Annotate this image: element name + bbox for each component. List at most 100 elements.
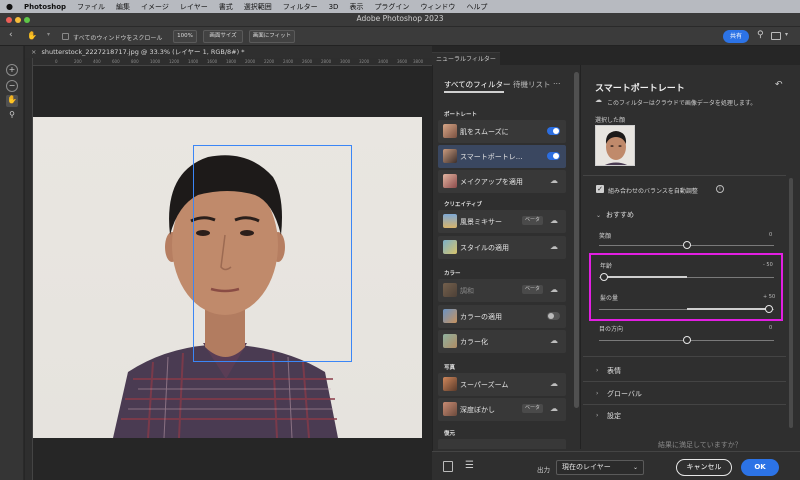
auto-balance-checkbox[interactable]: ✓ [596,185,604,193]
fit-screen-button[interactable]: 画面サイズ [203,30,243,43]
search-icon[interactable]: ⚲ [757,30,764,40]
share-button[interactable]: 共有 [723,30,749,43]
menu-file[interactable]: ファイル [77,2,105,12]
face-selection-box[interactable] [193,145,352,362]
settings-group[interactable]: 設定 [607,411,621,421]
menu-edit[interactable]: 編集 [116,2,130,12]
cloud-download-icon[interactable]: ☁ [549,176,559,186]
workspace-icon[interactable] [771,32,781,40]
recommended-group[interactable]: おすすめ [606,210,634,220]
chevron-right-icon[interactable]: › [596,412,598,419]
menu-type[interactable]: 書式 [219,2,233,12]
feedback-prompt: 結果に満足していますか？ [658,441,742,449]
info-icon[interactable]: i [716,185,724,193]
apple-menu-icon[interactable]: ● [6,2,13,11]
cloud-download-icon[interactable]: ☁ [549,379,559,389]
filter-thumbnail [443,149,457,163]
window-title: Adobe Photoshop 2023 [356,14,444,23]
layers-icon[interactable]: ☰ [465,460,474,471]
expression-group[interactable]: 表情 [607,366,621,376]
menu-3d[interactable]: 3D [329,3,339,11]
filter-harmonize[interactable]: 調和 ベータ ☁ [438,279,566,302]
filter-style-transfer[interactable]: スタイルの適用 ☁ [438,236,566,259]
filter-label: 風景ミキサー [460,218,502,226]
ruler-horizontal: 0 200 400 600 800 1000 1200 1400 1600 18… [33,58,432,66]
document-tab[interactable]: × shutterstock_2227218717.jpg @ 33.3% (レイ… [25,46,432,58]
cloud-download-icon[interactable]: ☁ [549,285,559,295]
neural-filters-tab[interactable]: ニューラルフィルター [432,52,500,65]
workspace-dropdown-icon[interactable]: ▾ [785,31,788,38]
global-group[interactable]: グローバル [607,389,642,399]
filter-list-scrollbar[interactable] [574,72,579,408]
zoom-in-icon[interactable]: + [6,64,18,76]
more-options-icon[interactable]: … [553,77,561,86]
chevron-down-icon[interactable]: ⌄ [596,212,601,219]
tool-dropdown-icon[interactable]: ▾ [47,31,50,38]
smile-slider-knob[interactable] [682,241,691,249]
filter-depth-blur[interactable]: 深度ぼかし ベータ ☁ [438,398,566,421]
selected-face-thumbnail[interactable] [595,125,635,166]
cloud-download-icon[interactable]: ☁ [549,242,559,252]
filter-makeup[interactable]: メイクアップを適用 ☁ [438,170,566,193]
ruler-tick: 200 [74,59,82,64]
chevron-right-icon[interactable]: › [596,390,598,397]
ruler-tick: 2600 [302,59,313,64]
menu-layer[interactable]: レイヤー [180,2,208,12]
smile-label: 笑顔 [599,233,612,240]
age-label: 年齢 [600,263,613,270]
cloud-download-icon[interactable]: ☁ [549,404,559,414]
menu-view[interactable]: 表示 [349,2,363,12]
menu-bar: ● Photoshop ファイル 編集 イメージ レイヤー 書式 選択範囲 フィ… [0,0,800,13]
filter-toggle[interactable] [547,127,560,135]
hand-icon[interactable]: ✋ [6,95,18,107]
filter-label: スタイルの適用 [460,244,509,252]
chevron-right-icon[interactable]: › [596,367,598,374]
fill-screen-button[interactable]: 画面にフィット [249,30,295,43]
filter-skin-smoothing[interactable]: 肌をスムーズに [438,120,566,143]
filter-toggle[interactable] [547,152,560,160]
menu-photoshop[interactable]: Photoshop [24,3,66,11]
age-slider-knob[interactable] [600,273,608,281]
menu-filter[interactable]: フィルター [283,2,318,12]
section-creative: クリエイティブ [444,202,483,208]
section-restore: 復元 [444,431,456,437]
menu-image[interactable]: イメージ [141,2,169,12]
all-filters-tab[interactable]: すべてのフィルター [444,79,511,90]
cloud-download-icon[interactable]: ☁ [549,216,559,226]
filter-superzoom[interactable]: スーパーズーム ☁ [438,373,566,396]
ruler-tick: 1600 [207,59,218,64]
zoom-out-icon[interactable]: − [6,80,18,92]
magnifier-icon[interactable]: ⚲ [6,110,18,122]
settings-scrollbar[interactable] [789,178,793,428]
filter-toggle[interactable] [547,312,560,320]
tab-close-icon[interactable]: × [31,48,36,56]
scroll-all-checkbox[interactable] [62,33,69,40]
output-select[interactable]: 現在のレイヤー ⌄ [556,460,644,475]
ruler-tick: 2000 [245,59,256,64]
filter-restore-item[interactable] [438,439,566,449]
menu-help[interactable]: ヘルプ [466,2,487,12]
menu-plugins[interactable]: プラグイン [374,2,409,12]
menu-select[interactable]: 選択範囲 [244,2,272,12]
filter-landscape-mixer[interactable]: 風景ミキサー ベータ ☁ [438,210,566,233]
beta-badge: ベータ [521,216,543,225]
home-chevron-icon[interactable]: ‹ [9,30,13,40]
ok-button[interactable]: OK [741,459,779,476]
filter-color-transfer[interactable]: カラーの適用 [438,305,566,328]
filter-smart-portrait[interactable]: スマートポートレ... [438,145,566,168]
filter-colorize[interactable]: カラー化 ☁ [438,330,566,353]
section-portrait: ポートレート [444,112,478,118]
age-value: - 50 [763,262,773,268]
options-bar: ‹ ✋ ▾ すべてのウィンドウをスクロール 100% 画面サイズ 画面にフィット… [0,27,800,46]
hand-tool-icon[interactable]: ✋ [27,31,37,40]
beta-badge: ベータ [521,285,543,294]
reset-icon[interactable]: ↶ [775,80,783,90]
eye-direction-slider-knob[interactable] [682,336,691,344]
preview-toggle-icon[interactable] [443,461,453,472]
cancel-button[interactable]: キャンセル [676,459,732,476]
hair-slider-knob[interactable] [765,305,773,313]
cloud-download-icon[interactable]: ☁ [549,336,559,346]
menu-window[interactable]: ウィンドウ [420,2,455,12]
zoom-100-button[interactable]: 100% [173,30,197,43]
waitlist-tab[interactable]: 待機リスト [513,79,551,90]
